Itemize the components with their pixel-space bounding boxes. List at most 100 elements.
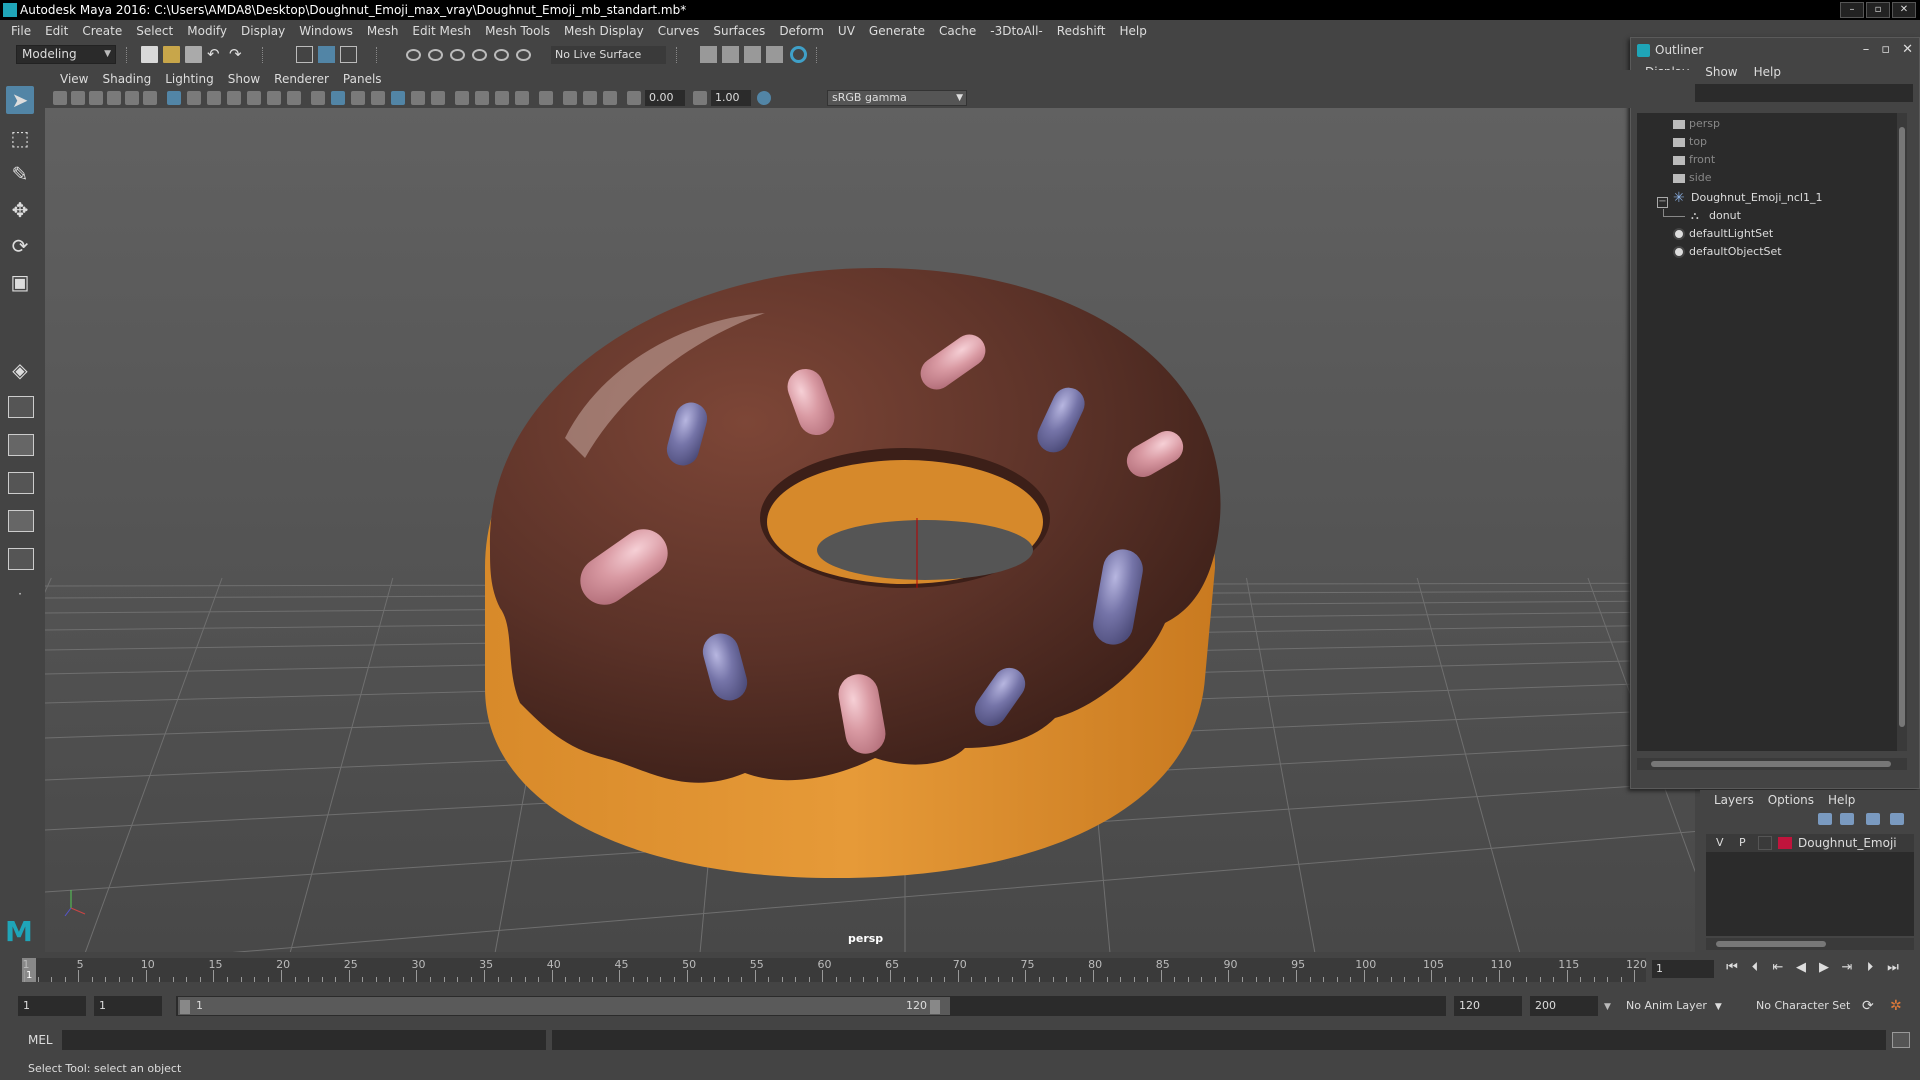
scrollbar-thumb[interactable] — [1716, 941, 1826, 947]
new-layer-icon[interactable] — [1866, 813, 1880, 825]
time-slider-track[interactable]: 1 1 5 10 15 20 25 30 35 40 45 50 55 60 65 70 75 80 85 90 95… — [22, 958, 1647, 982]
select-camera-icon[interactable] — [53, 91, 67, 105]
menu-modify[interactable]: Modify — [180, 24, 234, 38]
outliner-item[interactable]: top — [1673, 133, 1707, 151]
motion-blur-icon[interactable] — [475, 91, 489, 105]
menu-edit[interactable]: Edit — [38, 24, 75, 38]
animation-start-field[interactable]: 1 — [18, 996, 86, 1016]
current-frame-field[interactable]: 1 — [1652, 960, 1714, 978]
horizontal-scrollbar[interactable] — [1706, 938, 1914, 950]
open-scene-icon[interactable] — [163, 46, 180, 63]
isolate-select-icon[interactable] — [539, 91, 553, 105]
exposure-icon[interactable] — [627, 91, 641, 105]
image-plane-icon[interactable] — [107, 91, 121, 105]
layers-menu-options[interactable]: Options — [1768, 793, 1828, 807]
textured-icon[interactable] — [391, 91, 405, 105]
lasso-tool-icon[interactable]: ⬚ — [6, 124, 34, 152]
scale-tool-icon[interactable]: ▣ — [6, 268, 34, 296]
viewport-panel[interactable]: View Shading Lighting Show Renderer Panels 0.… — [45, 70, 1695, 952]
smooth-shade-icon[interactable] — [331, 91, 345, 105]
layer-row[interactable]: V P Doughnut_Emoji — [1706, 834, 1914, 852]
snap-to-grid-icon[interactable] — [406, 49, 421, 61]
scene-view[interactable] — [45, 108, 1695, 952]
menu-windows[interactable]: Windows — [292, 24, 360, 38]
menu-file[interactable]: File — [4, 24, 38, 38]
menu-surfaces[interactable]: Surfaces — [706, 24, 772, 38]
save-scene-icon[interactable] — [185, 46, 202, 63]
resolution-gate-icon[interactable] — [207, 91, 221, 105]
viewport-menu-show[interactable]: Show — [221, 72, 267, 86]
layer-display-type-toggle[interactable] — [1758, 836, 1772, 850]
script-editor-icon[interactable] — [1892, 1032, 1910, 1048]
step-back-frame-icon[interactable]: ⏴ — [1747, 960, 1763, 976]
depth-of-field-icon[interactable] — [515, 91, 529, 105]
step-back-key-icon[interactable]: ⇤ — [1770, 960, 1786, 976]
render-settings-icon[interactable] — [700, 46, 717, 63]
layers-menu-layers[interactable]: Layers — [1714, 793, 1768, 807]
menu-redshift[interactable]: Redshift — [1050, 24, 1113, 38]
make-live-icon[interactable] — [494, 49, 509, 61]
horizontal-scrollbar[interactable] — [1637, 758, 1907, 770]
scrollbar-thumb[interactable] — [1651, 761, 1891, 767]
toolbox-more-icon[interactable]: · — [6, 580, 34, 608]
maximize-button[interactable]: ▫ — [1866, 2, 1890, 18]
select-by-hierarchy-icon[interactable] — [296, 46, 313, 63]
outliner-item[interactable]: front — [1673, 151, 1715, 169]
film-gate-icon[interactable] — [187, 91, 201, 105]
menu-mesh-tools[interactable]: Mesh Tools — [478, 24, 557, 38]
menu-deform[interactable]: Deform — [772, 24, 831, 38]
snap-to-curve-icon[interactable] — [428, 49, 443, 61]
layer-color-swatch[interactable] — [1778, 837, 1792, 849]
outliner-item[interactable]: ⛬ donut — [1691, 207, 1741, 225]
live-surface-field[interactable]: No Live Surface — [551, 46, 666, 64]
go-to-start-icon[interactable]: ⏮ — [1724, 960, 1740, 976]
color-management-icon[interactable] — [757, 91, 771, 105]
gate-mask-icon[interactable] — [227, 91, 241, 105]
playback-end-field[interactable]: 120 — [1454, 996, 1522, 1016]
x-ray-active-icon[interactable] — [583, 91, 597, 105]
select-by-component-icon[interactable] — [340, 46, 357, 63]
step-forward-key-icon[interactable]: ⇥ — [1839, 960, 1855, 976]
multisample-aa-icon[interactable] — [495, 91, 509, 105]
shadows-icon[interactable] — [431, 91, 445, 105]
menu-edit-mesh[interactable]: Edit Mesh — [405, 24, 478, 38]
grid-toggle-icon[interactable] — [167, 91, 181, 105]
show-manipulator-icon[interactable]: ◈ — [6, 356, 34, 384]
redo-icon[interactable]: ↷ — [229, 46, 246, 63]
menu-help[interactable]: Help — [1112, 24, 1153, 38]
viewport-menu-view[interactable]: View — [53, 72, 95, 86]
move-layer-down-icon[interactable] — [1840, 813, 1854, 825]
select-tool-icon[interactable]: ➤ — [6, 86, 34, 114]
outliner-layout-icon[interactable] — [8, 472, 34, 494]
range-start-handle[interactable] — [180, 1000, 190, 1014]
playback-start-field[interactable]: 1 — [94, 996, 162, 1016]
command-input[interactable] — [62, 1030, 546, 1050]
safe-title-icon[interactable] — [287, 91, 301, 105]
menu-curves[interactable]: Curves — [651, 24, 707, 38]
snap-to-view-plane-icon[interactable] — [472, 49, 487, 61]
use-all-lights-icon[interactable] — [411, 91, 425, 105]
animation-end-field[interactable]: 200 — [1530, 996, 1598, 1016]
anim-layer-dropdown[interactable]: ▼ — [1604, 996, 1611, 1016]
menu-display[interactable]: Display — [234, 24, 292, 38]
viewport-menu-lighting[interactable]: Lighting — [158, 72, 221, 86]
grease-pencil-icon[interactable] — [143, 91, 157, 105]
gamma-icon[interactable] — [693, 91, 707, 105]
field-chart-icon[interactable] — [247, 91, 261, 105]
x-ray-joints-icon[interactable] — [603, 91, 617, 105]
select-by-object-icon[interactable] — [318, 46, 335, 63]
menu-cache[interactable]: Cache — [932, 24, 983, 38]
wireframe-on-shaded-icon[interactable] — [371, 91, 385, 105]
scrollbar-thumb[interactable] — [1899, 127, 1905, 727]
viewport-menu-renderer[interactable]: Renderer — [267, 72, 336, 86]
hypershade-icon[interactable] — [790, 46, 807, 63]
outliner-item[interactable]: side — [1673, 169, 1712, 187]
bookmark-icon[interactable] — [89, 91, 103, 105]
single-view-layout-icon[interactable] — [8, 434, 34, 456]
layer-visibility-toggle[interactable]: V — [1716, 834, 1724, 852]
minimize-button[interactable]: – — [1840, 2, 1864, 18]
outliner-item[interactable]: persp — [1673, 115, 1720, 133]
outliner-menu-show[interactable]: Show — [1705, 65, 1753, 79]
move-layer-up-icon[interactable] — [1818, 813, 1832, 825]
screen-space-ao-icon[interactable] — [455, 91, 469, 105]
